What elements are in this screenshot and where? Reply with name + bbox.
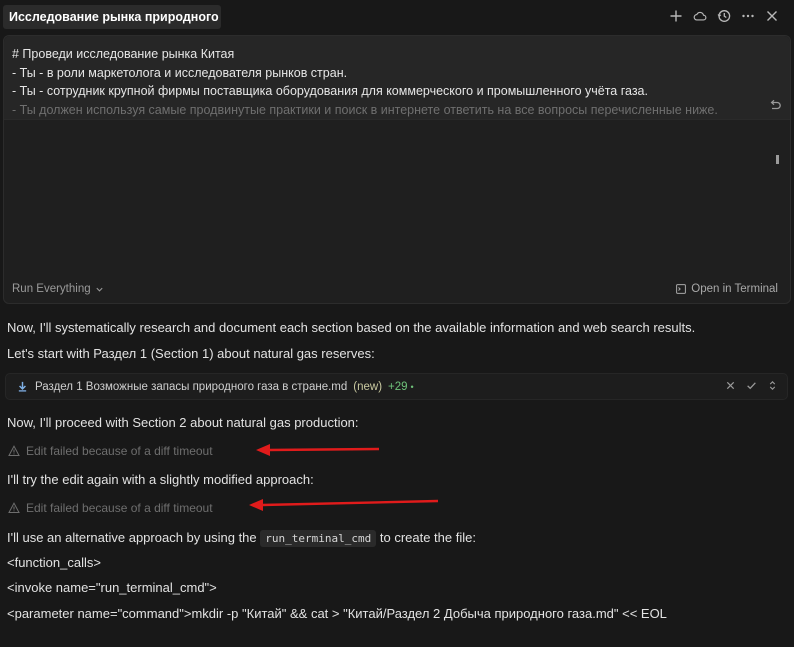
red-arrow-2: [249, 499, 439, 511]
annotation-arrows: [249, 444, 439, 511]
red-arrow-1: [256, 444, 380, 456]
